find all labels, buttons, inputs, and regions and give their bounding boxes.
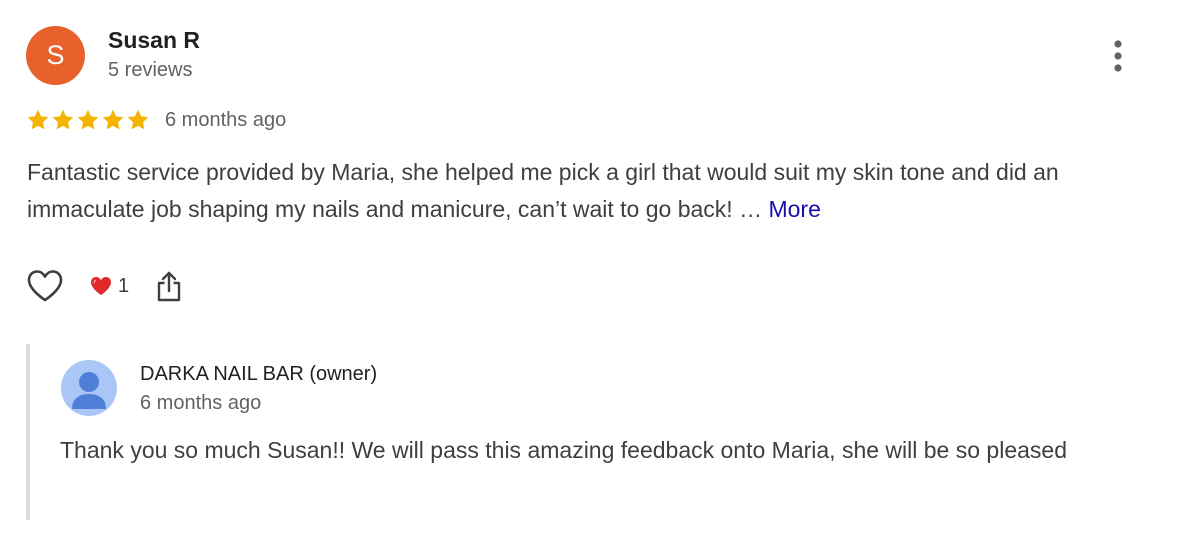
more-link[interactable]: More <box>768 196 820 222</box>
share-icon <box>157 271 181 302</box>
more-options-button[interactable] <box>1100 36 1136 76</box>
owner-reply: DARKA NAIL BAR (owner) 6 months ago Than… <box>26 344 1160 520</box>
owner-reply-text: Thank you so much Susan!! We will pass t… <box>60 437 1067 463</box>
owner-reply-date: 6 months ago <box>140 392 262 414</box>
heart-outline-icon <box>27 270 63 302</box>
reaction-summary[interactable]: 1 <box>90 275 129 298</box>
review-text: Fantastic service provided by Maria, she… <box>27 154 1147 228</box>
more-vert-icon <box>1114 40 1122 72</box>
star-icon <box>52 109 74 130</box>
reviewer-name[interactable]: Susan R <box>108 27 200 54</box>
avatar-letter: S <box>46 40 65 70</box>
star-icon <box>27 109 49 130</box>
like-button[interactable] <box>26 268 64 304</box>
star-rating <box>26 108 150 132</box>
owner-name: DARKA NAIL BAR (owner) <box>140 363 378 385</box>
review-date: 6 months ago <box>165 108 287 131</box>
reaction-count: 1 <box>118 274 130 297</box>
reviewer-review-count[interactable]: 5 reviews <box>108 59 192 82</box>
share-button[interactable] <box>153 268 185 304</box>
reviewer-avatar[interactable]: S <box>26 26 85 85</box>
review-body: Fantastic service provided by Maria, she… <box>27 159 1059 222</box>
review-card: S Susan R 5 reviews 6 months ago Fantast… <box>0 0 1200 538</box>
owner-avatar[interactable] <box>61 360 117 416</box>
star-icon <box>77 109 99 130</box>
rating-row: 6 months ago <box>26 106 286 134</box>
person-icon <box>72 372 106 409</box>
star-icon <box>102 109 124 130</box>
red-heart-icon <box>91 277 111 295</box>
star-icon <box>127 109 149 130</box>
review-actions: 1 <box>26 268 185 304</box>
